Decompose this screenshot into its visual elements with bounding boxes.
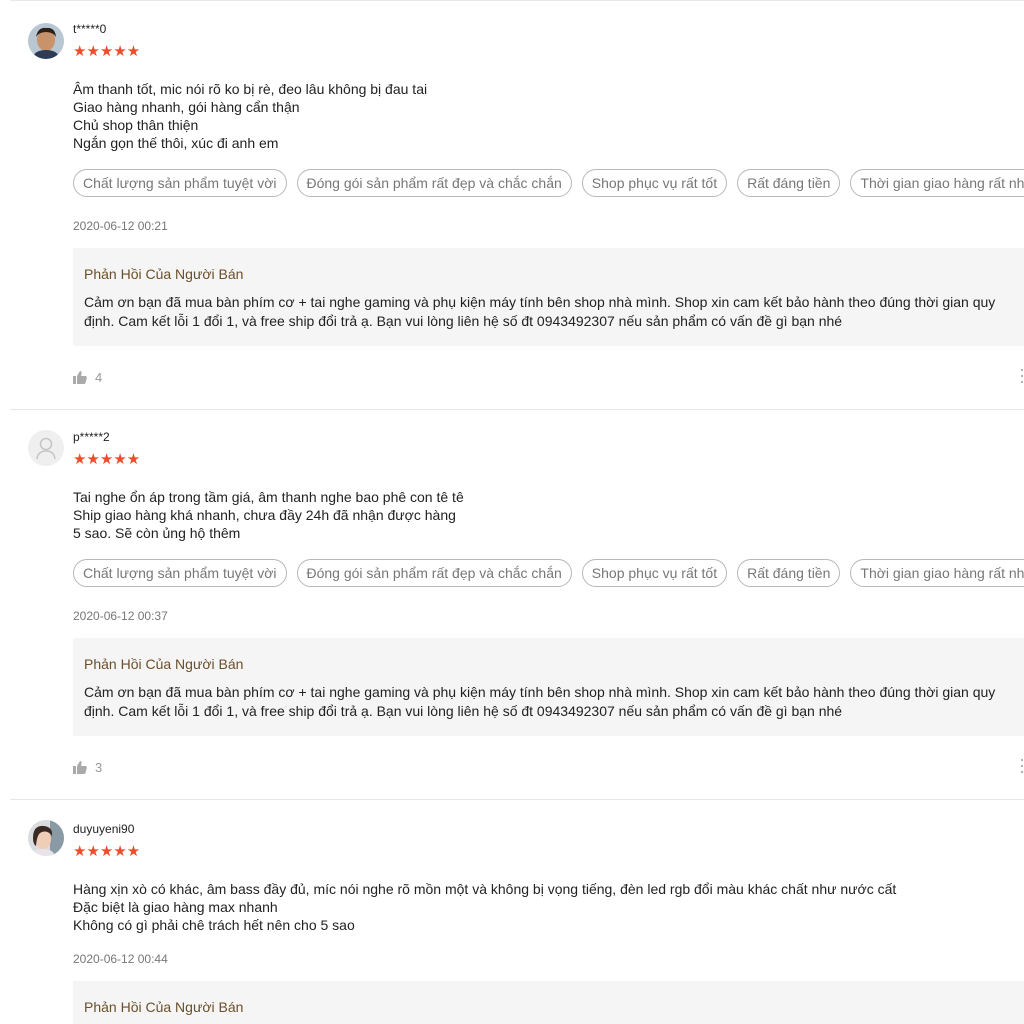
username[interactable]: duyuyeni90 [73,822,134,836]
seller-reply-text: Cảm ơn bạn đã mua bàn phím cơ + tai nghe… [84,684,996,719]
like-button[interactable]: 4 [73,370,102,385]
comment-line: Ngắn gọn thế thôi, xúc đi anh em [73,135,279,151]
seller-reply: Phản Hồi Của Người Bán [73,981,1024,1024]
comment-line: Chủ shop thân thiện [73,117,199,133]
review-tag: Rất đáng tiền [737,169,841,197]
username[interactable]: p*****2 [73,430,110,444]
seller-reply-title: Phản Hồi Của Người Bán [84,266,244,282]
like-count: 3 [95,760,103,775]
review-divider [10,799,1024,800]
comment-line: 5 sao. Sẽ còn ủng hộ thêm [73,525,241,541]
review-divider [10,409,1024,410]
like-button[interactable]: 3 [73,760,102,775]
avatar[interactable] [28,23,64,59]
review-tag: Shop phục vụ rất tốt [581,169,728,197]
seller-reply: Phản Hồi Của Người Bán Cảm ơn bạn đã mua… [73,638,1024,736]
review-tag: Đóng gói sản phẩm rất đẹp và chắc chắn [296,169,572,197]
seller-reply: Phản Hồi Của Người Bán Cảm ơn bạn đã mua… [73,248,1024,346]
review-timestamp: 2020-06-12 00:21 [73,219,168,233]
review-comment: Âm thanh tốt, mic nói rõ ko bị rè, đeo l… [73,80,427,152]
thumbs-up-icon [73,761,87,774]
seller-reply-title: Phản Hồi Của Người Bán [84,656,244,672]
like-count: 4 [95,370,103,385]
comment-line: Tai nghe ổn áp trong tầm giá, âm thanh n… [73,489,464,505]
review-tag: Shop phục vụ rất tốt [581,559,728,587]
comment-line: Hàng xịn xò có khác, âm bass đầy đủ, míc… [73,881,897,897]
default-avatar-icon [28,430,64,466]
review-tags: Chất lượng sản phẩm tuyệt vời Đóng gói s… [73,169,1024,197]
seller-reply-text: Cảm ơn bạn đã mua bàn phím cơ + tai nghe… [84,294,996,329]
comment-line: Giao hàng nhanh, gói hàng cẩn thận [73,99,300,115]
user-photo-icon [28,820,64,856]
thumbs-up-icon [73,371,87,384]
comment-line: Không có gì phải chê trách hết nên cho 5… [73,917,355,933]
review-comment: Hàng xịn xò có khác, âm bass đầy đủ, míc… [73,880,896,934]
top-divider [10,0,1024,1]
avatar[interactable] [28,430,64,466]
comment-line: Âm thanh tốt, mic nói rõ ko bị rè, đeo l… [73,81,428,97]
review-timestamp: 2020-06-12 00:44 [73,952,168,966]
rating-stars: ★★★★★ [73,451,141,468]
review-tag: Chất lượng sản phẩm tuyệt vời [73,559,287,587]
user-photo-icon [28,23,64,59]
avatar[interactable] [28,820,64,856]
rating-stars: ★★★★★ [73,843,141,860]
review-tag: Đóng gói sản phẩm rất đẹp và chắc chắn [296,559,572,587]
review-tags: Chất lượng sản phẩm tuyệt vời Đóng gói s… [73,559,1024,587]
review-tag: Thời gian giao hàng rất nhanh [850,559,1024,587]
review-tag: Thời gian giao hàng rất nhanh [850,169,1024,197]
rating-stars: ★★★★★ [73,43,141,60]
review-timestamp: 2020-06-12 00:37 [73,609,168,623]
username[interactable]: t*****0 [73,22,106,36]
review-comment: Tai nghe ổn áp trong tầm giá, âm thanh n… [73,488,464,542]
comment-line: Ship giao hàng khá nhanh, chưa đầy 24h đ… [73,507,456,523]
review-tag: Chất lượng sản phẩm tuyệt vời [73,169,287,197]
seller-reply-title: Phản Hồi Của Người Bán [84,999,244,1015]
review-tag: Rất đáng tiền [737,559,841,587]
comment-line: Đặc biệt là giao hàng max nhanh [73,899,278,915]
